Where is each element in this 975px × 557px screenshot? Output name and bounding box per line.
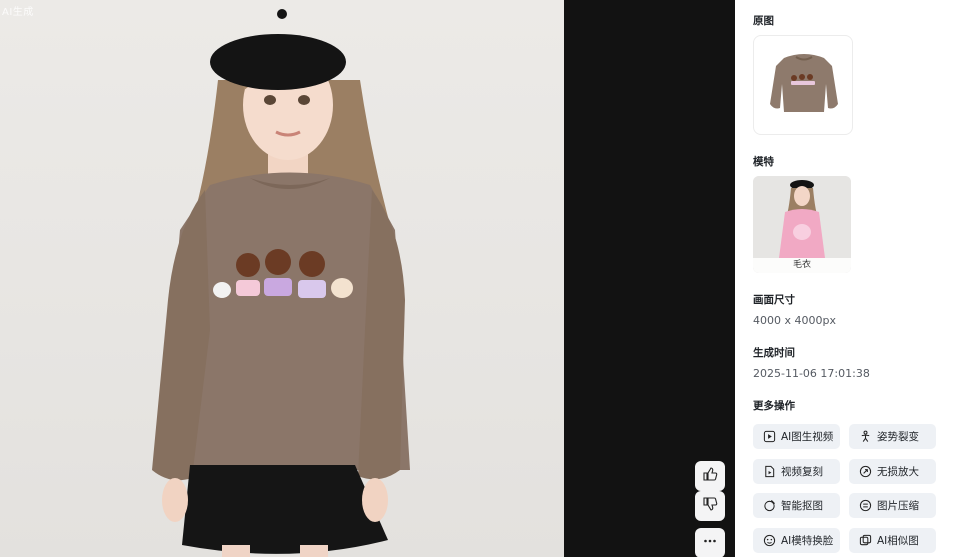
model-thumbnail[interactable]: 毛衣 <box>753 176 851 273</box>
image-compress-label: 图片压缩 <box>877 500 919 512</box>
ai-model-face-swap-button[interactable]: AI模特换脸 <box>753 528 840 553</box>
time-title: 生成时间 <box>753 347 795 359</box>
original-image-thumbnail[interactable] <box>753 35 853 135</box>
video-replicate-label: 视频复刻 <box>781 466 823 478</box>
more-ops-title: 更多操作 <box>753 400 795 412</box>
model-tag: 毛衣 <box>753 258 851 273</box>
image-video-icon <box>763 430 776 443</box>
pose-icon <box>859 430 872 443</box>
similar-image-icon <box>859 534 872 547</box>
compress-icon <box>859 499 872 512</box>
original-title: 原图 <box>753 15 774 27</box>
image-viewer: AI生成 <box>0 0 735 557</box>
model-photo-illustration <box>152 9 410 557</box>
smart-cutout-button[interactable]: 智能抠图 <box>753 493 840 518</box>
cutout-icon <box>763 499 776 512</box>
more-button[interactable] <box>695 528 725 557</box>
like-button[interactable] <box>695 461 725 491</box>
ai-generated-watermark: AI生成 <box>2 7 34 18</box>
thumbs-up-icon <box>702 466 718 486</box>
lossless-upscale-label: 无损放大 <box>877 466 919 478</box>
smart-cutout-label: 智能抠图 <box>781 500 823 512</box>
image-compress-button[interactable]: 图片压缩 <box>849 493 936 518</box>
ai-model-face-swap-label: AI模特换脸 <box>781 535 834 547</box>
video-copy-icon <box>763 465 776 478</box>
face-swap-icon <box>763 534 776 547</box>
pose-variation-button[interactable]: 姿势裂变 <box>849 424 936 449</box>
size-title: 画面尺寸 <box>753 294 795 306</box>
ai-image-to-video-button[interactable]: AI图生视频 <box>753 424 840 449</box>
ai-similar-image-button[interactable]: AI相似图 <box>849 528 936 553</box>
thumbs-down-icon <box>702 496 718 516</box>
video-replicate-button[interactable]: 视频复刻 <box>753 459 840 484</box>
more-horizontal-icon <box>702 533 718 553</box>
size-value: 4000 x 4000px <box>753 314 836 327</box>
dislike-button[interactable] <box>695 491 725 521</box>
lossless-upscale-button[interactable]: 无损放大 <box>849 459 936 484</box>
pose-variation-label: 姿势裂变 <box>877 431 919 443</box>
ai-image-to-video-label: AI图生视频 <box>781 431 834 443</box>
info-panel: 原图 模特 毛衣 画面尺寸 4000 x 4000px 生成时间 2025-11… <box>735 0 975 557</box>
upscale-icon <box>859 465 872 478</box>
ai-similar-image-label: AI相似图 <box>877 535 919 547</box>
time-value: 2025-11-06 17:01:38 <box>753 367 870 380</box>
generated-image[interactable]: AI生成 <box>0 0 564 557</box>
model-title: 模特 <box>753 156 774 168</box>
